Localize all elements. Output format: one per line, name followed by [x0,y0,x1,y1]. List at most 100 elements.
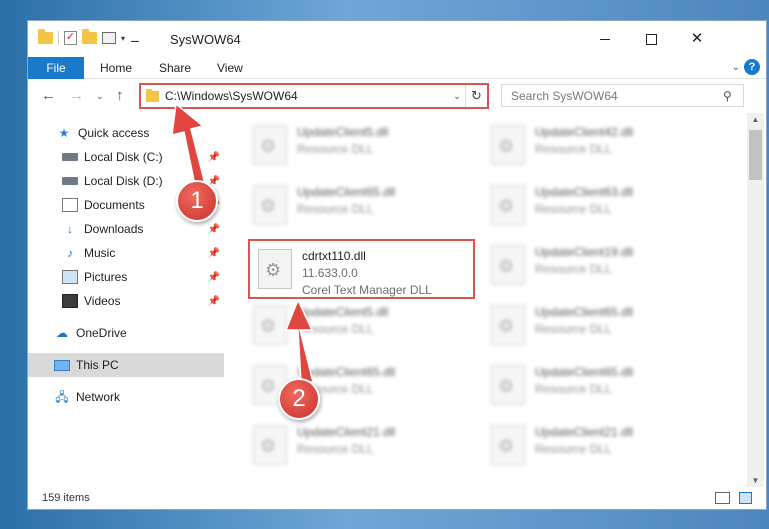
file-description: Resource DLL [535,262,612,276]
scroll-up-icon[interactable]: ▲ [747,115,764,124]
sidebar-item-label: Local Disk (D:) [84,174,163,188]
pin-icon[interactable]: 📌 [208,272,220,283]
sidebar-item-label: Downloads [84,222,144,236]
dll-file-icon [491,185,525,225]
file-item[interactable]: UpdateClient65.dll Resource DLL [483,359,703,411]
toolbar-separator [58,31,59,45]
dll-file-icon [258,249,292,289]
expand-ribbon-chevron-icon[interactable]: ⌄ [732,62,740,73]
file-item[interactable]: UpdateClient63.dll Resource DLL [483,179,703,231]
address-dropdown-chevron-icon[interactable]: ⌄ [449,91,465,102]
highlighted-file-item[interactable]: cdrtxt110.dll 11.633.0.0 Corel Text Mana… [248,239,475,299]
tab-home[interactable]: Home [100,57,132,79]
pin-icon[interactable]: 📌 [208,296,220,307]
sidebar-item-local-disk-c[interactable]: Local Disk (C:) 📌 [28,145,224,169]
scrollbar-thumb[interactable] [749,130,762,180]
sidebar-item-label: Documents [84,198,145,212]
tab-file[interactable]: File [28,57,84,79]
sidebar-item-quick-access[interactable]: ★ Quick access [28,121,224,145]
large-icons-view-icon[interactable] [739,492,752,504]
file-name: UpdateClient65.dll [535,365,634,379]
item-count: 159 items [42,492,90,504]
file-item[interactable]: UpdateClient21.dll Resource DLL [483,419,703,471]
dll-file-icon [491,305,525,345]
file-description: Resource DLL [297,442,374,456]
sidebar-item-label: Pictures [84,270,128,284]
file-version: 11.633.0.0 [302,266,358,280]
up-arrow-icon[interactable]: ↑ [116,87,124,104]
properties-icon[interactable] [102,32,116,44]
file-item[interactable]: UpdateClient5.dll Resource DLL [245,299,465,351]
sidebar-item-music[interactable]: ♪ Music 📌 [28,241,224,265]
sidebar-item-pictures[interactable]: Pictures 📌 [28,265,224,289]
maximize-button[interactable] [628,21,674,57]
dll-file-icon [491,245,525,285]
dll-file-icon [253,305,287,345]
file-name: UpdateClient65.dll [535,305,634,319]
file-description: Resource DLL [535,322,612,336]
network-icon: 🖧 [55,390,69,404]
search-icon[interactable]: ⚲ [723,89,743,103]
recent-locations-chevron-icon[interactable]: ⌄ [96,91,104,102]
videos-icon [62,294,78,308]
vertical-scrollbar[interactable]: ▲ ▼ [747,113,764,487]
dll-file-icon [491,425,525,465]
file-name: UpdateClient19.dll [535,245,634,259]
music-icon: ♪ [67,246,73,260]
tab-view[interactable]: View [217,57,243,79]
dll-file-icon [491,365,525,405]
search-placeholder[interactable]: Search SysWOW64 [511,89,723,103]
forward-arrow-icon[interactable]: → [69,87,84,104]
this-pc-icon [54,359,70,371]
minimize-button[interactable] [582,21,628,57]
properties-check-icon[interactable]: ✓ [64,31,77,45]
step-1-badge: 1 [176,180,218,222]
file-description: Corel Text Manager DLL [302,283,432,297]
pin-icon[interactable]: 📌 [208,248,220,259]
sidebar-item-onedrive[interactable]: ☁ OneDrive [28,321,224,345]
file-item[interactable]: UpdateClient21.dll Resource DLL [245,419,465,471]
file-description: Resource DLL [535,202,612,216]
sidebar-item-network[interactable]: 🖧 Network [28,385,224,409]
refresh-icon[interactable]: ↻ [465,85,487,107]
sidebar-item-videos[interactable]: Videos 📌 [28,289,224,313]
disk-icon [62,177,78,185]
sidebar-item-label: Local Disk (C:) [84,150,163,164]
pin-icon[interactable]: 📌 [208,224,220,235]
file-item[interactable]: UpdateClient5.dll Resource DLL [245,119,465,171]
file-item[interactable]: UpdateClient65.dll Resource DLL [245,179,465,231]
scroll-down-icon[interactable]: ▼ [747,476,764,485]
file-name: UpdateClient5.dll [297,125,389,139]
folder-icon[interactable] [38,29,53,44]
address-bar[interactable]: C:\Windows\SysWOW64 ⌄ ↻ [139,83,489,109]
tab-share[interactable]: Share [159,57,191,79]
dll-file-icon [253,425,287,465]
file-item[interactable]: UpdateClient19.dll Resource DLL [483,239,703,291]
step-2-badge: 2 [278,378,320,420]
details-view-icon[interactable] [715,492,730,504]
file-name: UpdateClient65.dll [297,185,396,199]
pin-icon[interactable]: 📌 [208,152,220,163]
qat-pin-icon[interactable]: ⚊ [130,32,140,45]
sidebar-item-this-pc[interactable]: This PC [28,353,224,377]
file-item[interactable]: UpdateClient42.dll Resource DLL [483,119,703,171]
address-path[interactable]: C:\Windows\SysWOW64 [165,89,449,103]
new-folder-icon[interactable] [82,29,97,44]
ribbon-tabs: File Home Share View ⌄ ? [28,57,766,79]
file-item[interactable]: UpdateClient65.dll Resource DLL [483,299,703,351]
downloads-icon: ↓ [67,222,73,236]
qat-customize-chevron-icon[interactable]: ▾ [121,34,125,43]
sidebar-item-label: OneDrive [76,326,127,340]
file-item-cdrtxt110[interactable]: cdrtxt110.dll 11.633.0.0 Corel Text Mana… [250,243,470,297]
back-arrow-icon[interactable]: ← [41,87,56,104]
file-list: UpdateClient5.dll Resource DLL UpdateCli… [225,113,740,487]
search-input[interactable]: Search SysWOW64 ⚲ [501,84,744,107]
sidebar-item-label: Videos [84,294,121,308]
close-button[interactable]: ✕ [674,21,720,57]
pictures-icon [62,270,78,284]
help-icon[interactable]: ? [744,59,760,75]
sidebar-item-label: Quick access [78,126,150,140]
file-description: Resource DLL [297,142,374,156]
file-description: Resource DLL [535,442,612,456]
onedrive-icon: ☁ [56,326,68,340]
